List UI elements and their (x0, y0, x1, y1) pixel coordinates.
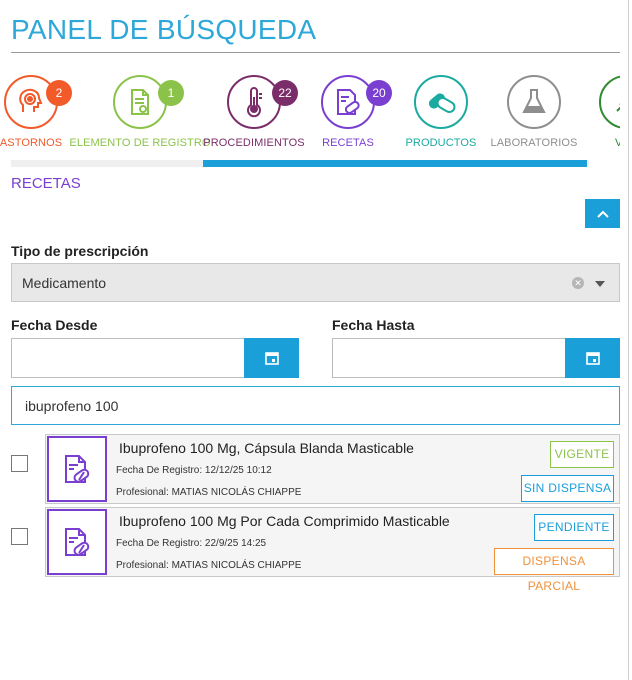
result-fecha: Fecha De Registro: 12/12/25 10:12 (116, 465, 272, 476)
category-count-badge: 1 (158, 80, 184, 106)
status-badge: PENDIENTE (534, 514, 614, 541)
result-profesional: Profesional: MATIAS NICOLÁS CHIAPPE (116, 560, 302, 571)
prescription-pill-icon (47, 436, 107, 502)
capsules-icon (414, 75, 468, 129)
page-title: PANEL DE BÚSQUEDA (11, 14, 317, 45)
category-label: VAC (614, 137, 620, 149)
fecha-hasta-calendar-button[interactable] (565, 338, 620, 378)
carousel-scroll-indicator[interactable] (203, 160, 587, 167)
result-checkbox[interactable] (11, 528, 28, 545)
title-divider (11, 52, 620, 53)
status-badge: VIGENTE (550, 441, 614, 468)
category-vacunas[interactable]: VAC (574, 68, 620, 158)
flask-icon (507, 75, 561, 129)
calendar-icon (264, 352, 279, 365)
fecha-desde-input[interactable] (11, 338, 245, 378)
category-carousel: 2 ASTORNOS 1 ELEMENTO DE REGISTRO 22 PRO… (0, 68, 620, 168)
tipo-prescripcion-select[interactable]: Medicamento ✕ (11, 263, 620, 302)
fecha-hasta-input[interactable] (332, 338, 566, 378)
result-name: Ibuprofeno 100 Mg Por Cada Comprimido Ma… (119, 513, 450, 529)
tipo-prescripcion-label: Tipo de prescripción (11, 243, 149, 259)
result-checkbox[interactable] (11, 455, 28, 472)
fecha-desde-label: Fecha Desde (11, 317, 98, 333)
prescription-pill-icon (321, 75, 375, 129)
result-fecha: Fecha De Registro: 22/9/25 14:25 (116, 538, 267, 549)
calendar-icon (585, 352, 600, 365)
chevron-up-icon (596, 210, 609, 218)
panel-right-border (628, 0, 629, 680)
result-profesional: Profesional: MATIAS NICOLÁS CHIAPPE (116, 487, 302, 498)
dispensa-badge: SIN DISPENSA (521, 475, 614, 502)
search-value: ibuprofeno 100 (25, 398, 119, 414)
category-count-badge: 2 (46, 80, 72, 106)
vaccine-icon (599, 75, 620, 129)
collapse-filters-button[interactable] (585, 199, 620, 228)
section-title: RECETAS (11, 175, 81, 192)
select-value: Medicamento (22, 275, 107, 291)
thermometer-icon (227, 75, 281, 129)
fecha-desde-calendar-button[interactable] (244, 338, 299, 378)
dispensa-badge: DISPENSA PARCIAL (494, 548, 614, 593)
document-check-icon (113, 75, 167, 129)
chevron-down-icon[interactable] (595, 281, 605, 287)
search-input[interactable]: ibuprofeno 100 (11, 386, 620, 425)
prescription-pill-icon (47, 509, 107, 575)
result-card[interactable]: Ibuprofeno 100 Mg Por Cada Comprimido Ma… (45, 507, 620, 593)
category-count-badge: 22 (272, 80, 298, 106)
result-name: Ibuprofeno 100 Mg, Cápsula Blanda Mastic… (119, 440, 414, 456)
fecha-hasta-label: Fecha Hasta (332, 317, 415, 333)
result-card[interactable]: Ibuprofeno 100 Mg, Cápsula Blanda Mastic… (45, 434, 620, 504)
clear-selection-icon[interactable]: ✕ (572, 277, 584, 289)
